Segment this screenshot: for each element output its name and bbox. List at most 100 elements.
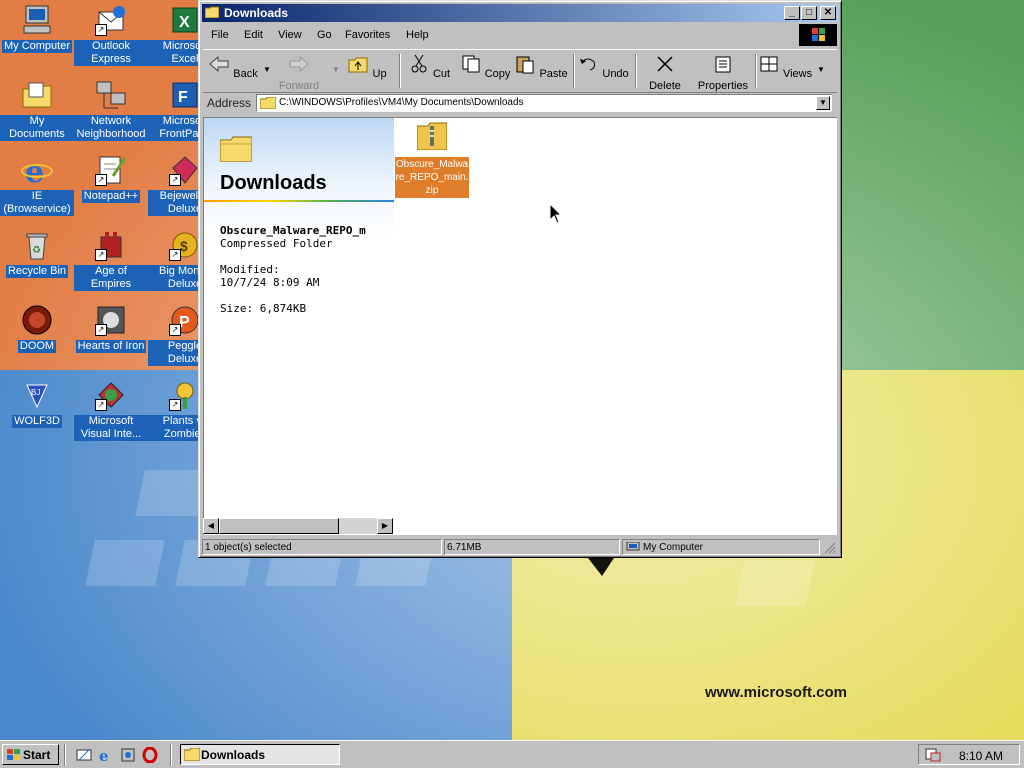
views-grid-icon xyxy=(760,56,778,72)
close-button[interactable]: ✕ xyxy=(820,6,836,20)
status-selection: 1 object(s) selected xyxy=(202,539,442,555)
zip-file-label: Obscure_Malware_REPO_main.zip xyxy=(395,157,469,198)
delete-x-icon xyxy=(657,56,673,72)
status-size: 6.71MB xyxy=(444,539,620,555)
menu-favorites[interactable]: Favorites xyxy=(345,29,390,41)
menu-bar: File Edit View Go Favorites Help xyxy=(203,25,833,45)
tray-scheduler-icon[interactable] xyxy=(925,747,941,762)
scissors-icon xyxy=(411,54,427,73)
minimize-button[interactable]: _ xyxy=(784,6,800,20)
views-button[interactable]: Views xyxy=(757,52,813,80)
internet-explorer-icon: e xyxy=(21,154,53,190)
copy-label: Copy xyxy=(484,68,511,80)
desktop-icon-hearts-of-iron[interactable]: ↗ Hearts of Iron xyxy=(74,304,148,353)
resize-grip-icon[interactable] xyxy=(824,542,836,554)
desktop-icon-ie[interactable]: e IE (Browservice) xyxy=(0,154,74,216)
menu-view[interactable]: View xyxy=(278,29,302,41)
forward-button[interactable]: Forward xyxy=(271,52,327,92)
windows-logo-icon xyxy=(799,24,837,46)
desktop-icon-recycle-bin[interactable]: ♻ Recycle Bin xyxy=(0,229,74,278)
back-dropdown-icon[interactable]: ▼ xyxy=(263,65,271,74)
address-dropdown-button[interactable]: ▼ xyxy=(816,96,830,110)
svg-text:BJ: BJ xyxy=(31,388,40,397)
desktop-icon-label: DOOM xyxy=(17,340,57,353)
modified-value: 10/7/24 8:09 AM xyxy=(220,276,320,289)
cut-button[interactable]: Cut xyxy=(401,52,457,80)
notepadpp-icon: ↗ xyxy=(95,154,127,186)
internet-explorer-quick-icon[interactable]: e xyxy=(98,747,114,763)
shortcut-arrow-icon: ↗ xyxy=(95,24,107,36)
delete-button[interactable]: Delete xyxy=(637,52,693,92)
status-zone-label: My Computer xyxy=(643,542,704,553)
undo-button[interactable]: Undo xyxy=(575,52,631,80)
taskbar-button-downloads[interactable]: Downloads xyxy=(180,744,340,765)
desktop-icon-visual-interdev[interactable]: ↗ Microsoft Visual Inte... xyxy=(74,379,148,441)
horizontal-scrollbar[interactable]: ◀ ▶ xyxy=(203,518,393,534)
hearts-of-iron-icon: ↗ xyxy=(95,304,127,336)
menu-help[interactable]: Help xyxy=(406,29,429,41)
cut-label: Cut xyxy=(432,68,451,80)
scroll-left-button[interactable]: ◀ xyxy=(203,518,219,534)
up-label: Up xyxy=(372,68,387,80)
channels-quick-icon[interactable] xyxy=(120,747,136,763)
paste-label: Paste xyxy=(539,68,568,80)
menu-file[interactable]: File xyxy=(211,29,229,41)
status-bar: 1 object(s) selected 6.71MB My Computer xyxy=(202,539,838,556)
desktop-icon-label: Outlook Express xyxy=(74,40,148,66)
desktop-icon-label: My Documents xyxy=(0,115,74,141)
shortcut-arrow-icon: ↗ xyxy=(169,399,181,411)
my-computer-icon xyxy=(21,4,53,36)
desktop-icon-network-neighborhood[interactable]: Network Neighborhood xyxy=(74,79,148,141)
desktop-icon-label: WOLF3D xyxy=(12,415,62,428)
start-button[interactable]: Start xyxy=(2,744,59,765)
scroll-thumb[interactable] xyxy=(219,518,339,534)
folder-view[interactable]: Downloads Obscure_Malware_REPO_m Compres… xyxy=(203,117,837,535)
explorer-window[interactable]: Downloads _ □ ✕ File Edit View Go Favori… xyxy=(198,0,842,558)
plants-vs-zombies-icon: ↗ xyxy=(169,379,201,411)
standard-toolbar: Back ▼ Forward ▼ Up Cut Copy Paste Undo xyxy=(203,49,837,93)
desktop-icon-notepadpp[interactable]: ↗ Notepad++ xyxy=(74,154,148,203)
desktop-icon-age-of-empires[interactable]: ↗ Age of Empires xyxy=(74,229,148,291)
clock[interactable]: 8:10 AM xyxy=(959,749,1003,763)
wallpaper-flag-shadow-icon xyxy=(588,558,614,576)
paste-button[interactable]: Paste xyxy=(513,52,569,80)
zip-file-item[interactable]: Obscure_Malware_REPO_main.zip xyxy=(394,122,470,198)
views-dropdown-icon[interactable]: ▼ xyxy=(817,65,825,74)
desktop-icon-my-computer[interactable]: My Computer xyxy=(0,4,74,53)
desktop-icon-wolf3d[interactable]: BJ WOLF3D xyxy=(0,379,74,428)
shortcut-arrow-icon: ↗ xyxy=(169,324,181,336)
doom-icon xyxy=(21,304,53,336)
desktop-icon-label: Notepad++ xyxy=(81,190,141,203)
copy-button[interactable]: Copy xyxy=(457,52,513,80)
outlook-express-icon: ↗ xyxy=(95,4,127,36)
address-input[interactable]: C:\WINDOWS\Profiles\VM4\My Documents\Dow… xyxy=(256,94,832,112)
desktop-icon-my-documents[interactable]: My Documents xyxy=(0,79,74,141)
views-label: Views xyxy=(782,68,813,80)
opera-quick-icon[interactable] xyxy=(142,747,158,763)
shortcut-arrow-icon: ↗ xyxy=(95,324,107,336)
undo-icon xyxy=(580,58,596,71)
scroll-right-button[interactable]: ▶ xyxy=(377,518,393,534)
copy-icon xyxy=(462,55,480,73)
menu-go[interactable]: Go xyxy=(317,29,332,41)
windows-flag-icon xyxy=(7,749,20,760)
shortcut-arrow-icon: ↗ xyxy=(169,249,181,261)
title-bar[interactable]: Downloads _ □ ✕ xyxy=(202,4,838,22)
start-label: Start xyxy=(23,748,51,762)
show-desktop-icon[interactable] xyxy=(76,747,92,763)
title-rule xyxy=(204,200,394,202)
back-button[interactable]: Back xyxy=(205,52,261,80)
desktop-icon-label: Age of Empires xyxy=(74,265,148,291)
taskbar: Start e Downloads 8:10 AM xyxy=(0,740,1024,768)
forward-arrow-icon xyxy=(289,55,309,73)
wallpaper-watermark: www.microsoft.com xyxy=(705,684,847,701)
menu-edit[interactable]: Edit xyxy=(244,29,263,41)
properties-button[interactable]: Properties xyxy=(693,52,753,92)
desktop-icon-label: IE (Browservice) xyxy=(0,190,74,216)
network-neighborhood-icon xyxy=(95,79,127,111)
desktop-icon-outlook-express[interactable]: ↗ Outlook Express xyxy=(74,4,148,66)
maximize-button[interactable]: □ xyxy=(801,6,817,20)
up-button[interactable]: Up xyxy=(339,52,395,80)
window-title: Downloads xyxy=(224,6,289,20)
desktop-icon-doom[interactable]: DOOM xyxy=(0,304,74,353)
